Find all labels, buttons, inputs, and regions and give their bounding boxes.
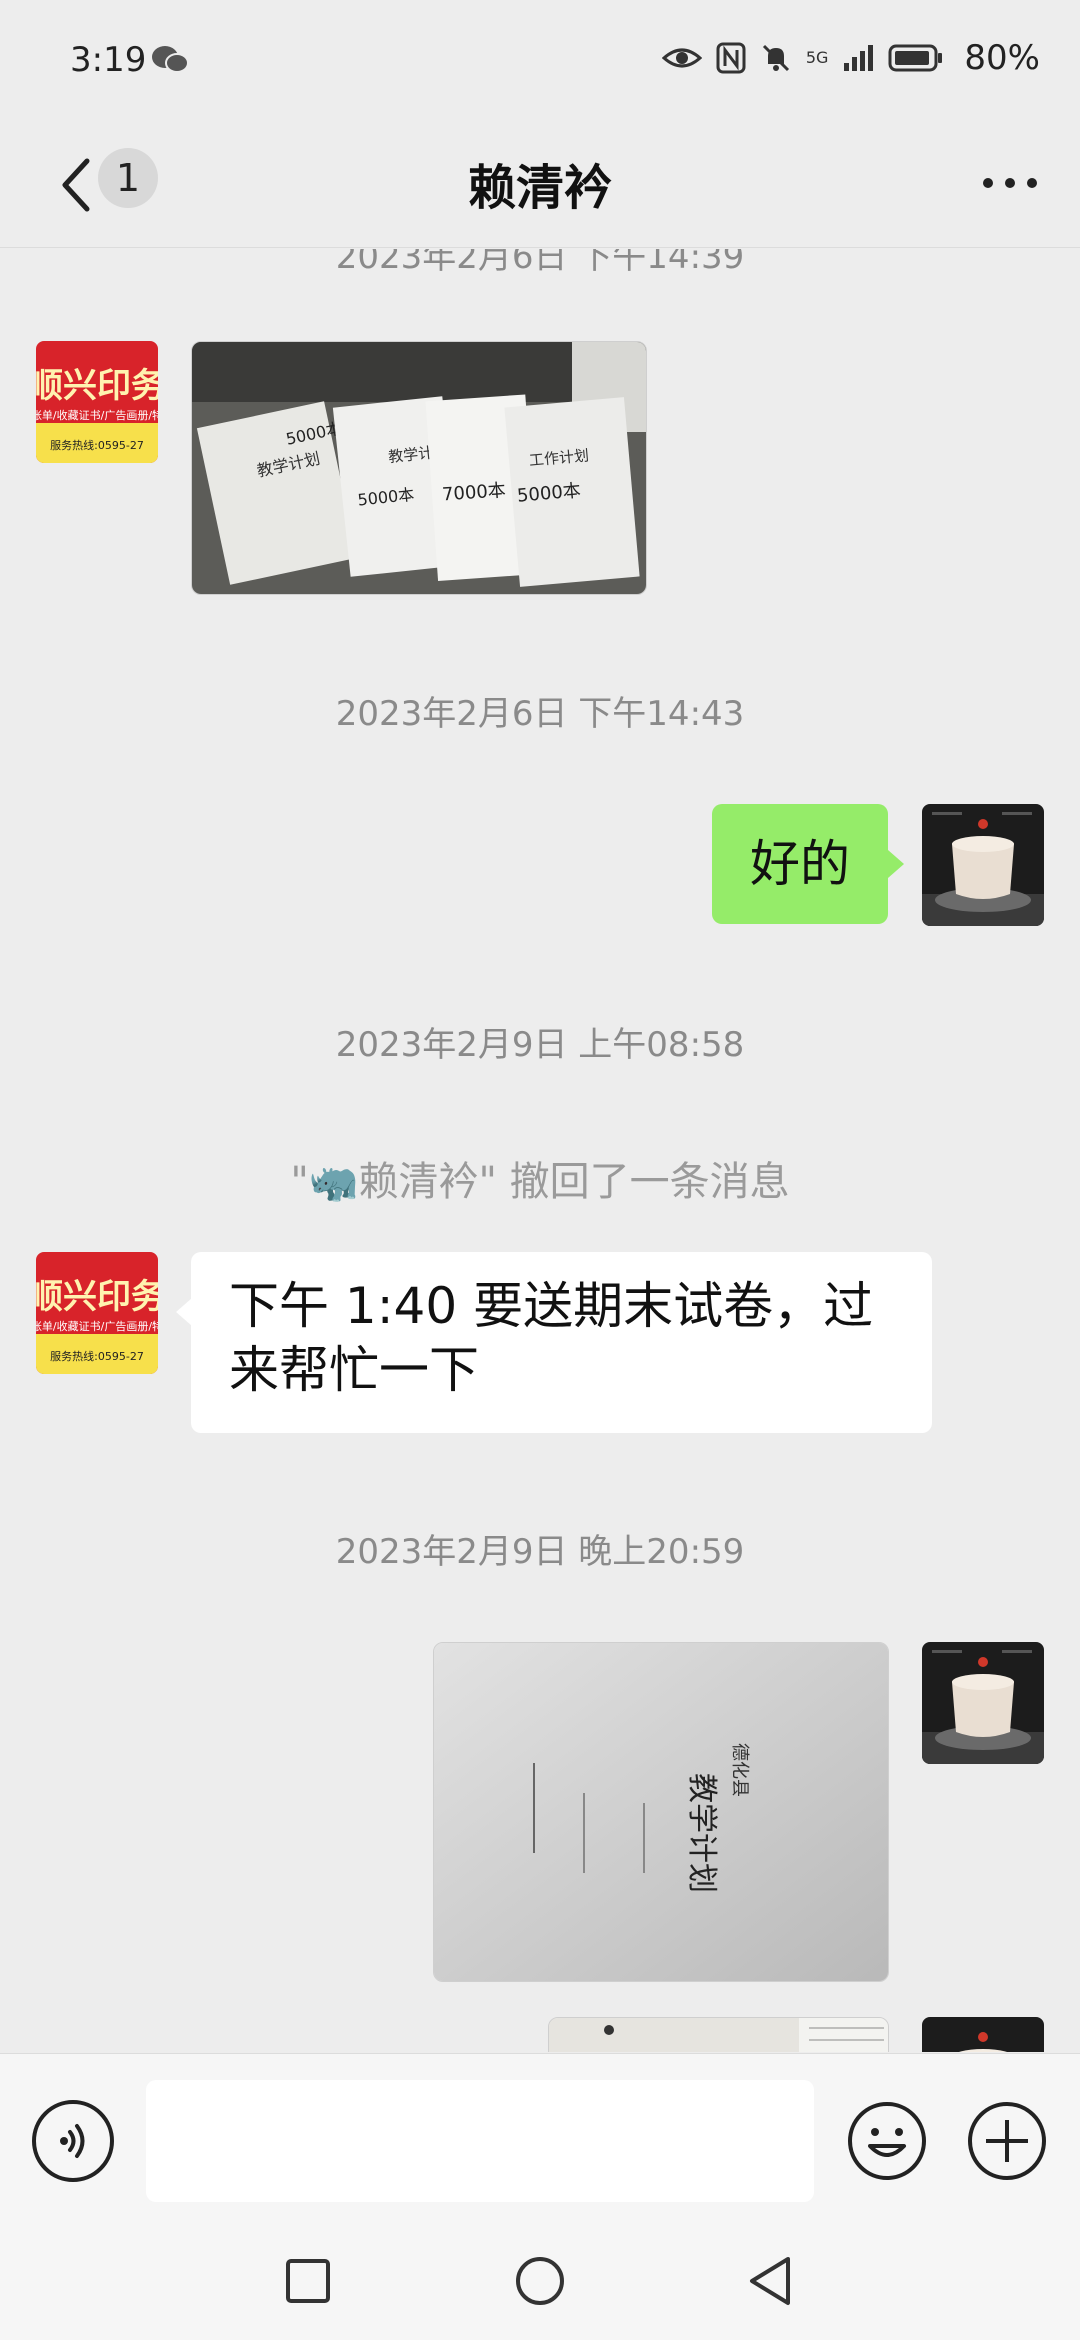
avatar-logo: 顺兴印务 账单/收藏证书/广告画册/特 服务热线:0595-27 xyxy=(36,341,158,463)
my-avatar[interactable] xyxy=(922,1642,1044,1764)
message-line: 来帮忙一下 xyxy=(229,1341,479,1399)
timestamp: 2023年2月9日 上午08:58 xyxy=(335,1025,745,1065)
home-button[interactable] xyxy=(510,2251,570,2311)
back-nav-button[interactable] xyxy=(740,2251,800,2311)
message-list[interactable]: 2023年2月6日 下午14:39 顺兴印务 账单/收藏证书/广告画册/特 服务… xyxy=(0,249,1080,2052)
bubble-tail xyxy=(176,1298,192,1326)
battery-percent: 80% xyxy=(964,38,1040,78)
chat-header: 1 赖清衿 xyxy=(0,120,1080,248)
emoji-button[interactable] xyxy=(846,2100,928,2182)
chat-title: 赖清衿 xyxy=(467,160,612,216)
recents-button[interactable] xyxy=(278,2251,338,2311)
incoming-message[interactable]: 下午 1:40 要送期末试卷，过 来帮忙一下 xyxy=(191,1252,932,1433)
triangle-back-icon xyxy=(750,2257,790,2305)
system-navigation-bar xyxy=(0,2223,1080,2340)
more-dots-icon xyxy=(983,178,1037,188)
outgoing-message[interactable]: 好的 xyxy=(712,804,888,924)
recall-notice: "🦏赖清衿" 撤回了一条消息 xyxy=(290,1159,790,1205)
photo-document: 德化县 教学计划 xyxy=(434,1643,888,1981)
circle-icon xyxy=(516,2257,564,2305)
photo-message[interactable]: 德化县 教学计划 xyxy=(433,1642,889,1982)
more-button[interactable] xyxy=(970,158,1050,208)
emoji-icon xyxy=(848,2102,926,2180)
avatar-hotline: 服务热线:0595-27 xyxy=(50,1349,144,1363)
status-time: 3:19 xyxy=(70,40,147,80)
more-functions-button[interactable] xyxy=(966,2100,1048,2182)
photo-booklets: 教学计划 5000本 教学计划 5000本 7000本 工作计划 5000本 xyxy=(192,342,646,594)
input-bar xyxy=(0,2053,1080,2223)
voice-icon xyxy=(60,2124,85,2158)
message-input[interactable] xyxy=(146,2080,814,2202)
timestamp: 2023年2月6日 下午14:43 xyxy=(335,694,745,734)
message-line: 下午 1:40 要送期末试卷，过 xyxy=(229,1277,874,1335)
status-icons: 5G 80% xyxy=(661,38,1040,78)
battery-icon xyxy=(888,44,943,72)
contact-avatar[interactable]: 顺兴印务 账单/收藏证书/广告画册/特 服务热线:0595-27 xyxy=(36,341,158,463)
plus-icon xyxy=(968,2102,1046,2180)
avatar-sub-text: 账单/收藏证书/广告画册/特 xyxy=(36,408,158,422)
document-side-label: 德化县 xyxy=(729,1743,750,1797)
photo-partial xyxy=(549,2018,888,2052)
wechat-icon xyxy=(152,46,189,73)
avatar-brand-text: 顺兴印务 xyxy=(36,366,158,406)
nfc-icon xyxy=(716,42,746,74)
signal-icon xyxy=(844,45,874,71)
booklet-note: 7000本 xyxy=(441,480,506,505)
status-bar: 3:19 5G 80% xyxy=(0,0,1080,120)
cup-photo-icon xyxy=(922,804,1044,926)
eye-icon xyxy=(661,48,702,68)
square-icon xyxy=(286,2259,330,2303)
photo-message[interactable]: 教学计划 5000本 教学计划 5000本 7000本 工作计划 5000本 xyxy=(191,341,647,595)
timestamp: 2023年2月6日 下午14:39 xyxy=(335,249,745,277)
mute-icon xyxy=(762,44,789,72)
cup-photo-icon xyxy=(922,2017,1044,2052)
avatar-sub-text: 账单/收藏证书/广告画册/特 xyxy=(36,1319,158,1333)
document-title: 教学计划 xyxy=(684,1773,719,1893)
my-avatar[interactable] xyxy=(922,2017,1044,2052)
avatar-logo: 顺兴印务 账单/收藏证书/广告画册/特 服务热线:0595-27 xyxy=(36,1252,158,1374)
avatar-hotline: 服务热线:0595-27 xyxy=(50,438,144,452)
avatar-brand-text: 顺兴印务 xyxy=(36,1277,158,1317)
network-label: 5G xyxy=(805,48,829,67)
voice-button[interactable] xyxy=(32,2100,114,2182)
bubble-tail xyxy=(888,850,904,878)
cup-photo-icon xyxy=(922,1642,1044,1764)
timestamp: 2023年2月9日 晚上20:59 xyxy=(335,1532,745,1572)
photo-message[interactable] xyxy=(548,2017,889,2052)
contact-avatar[interactable]: 顺兴印务 账单/收藏证书/广告画册/特 服务热线:0595-27 xyxy=(36,1252,158,1374)
my-avatar[interactable] xyxy=(922,804,1044,926)
